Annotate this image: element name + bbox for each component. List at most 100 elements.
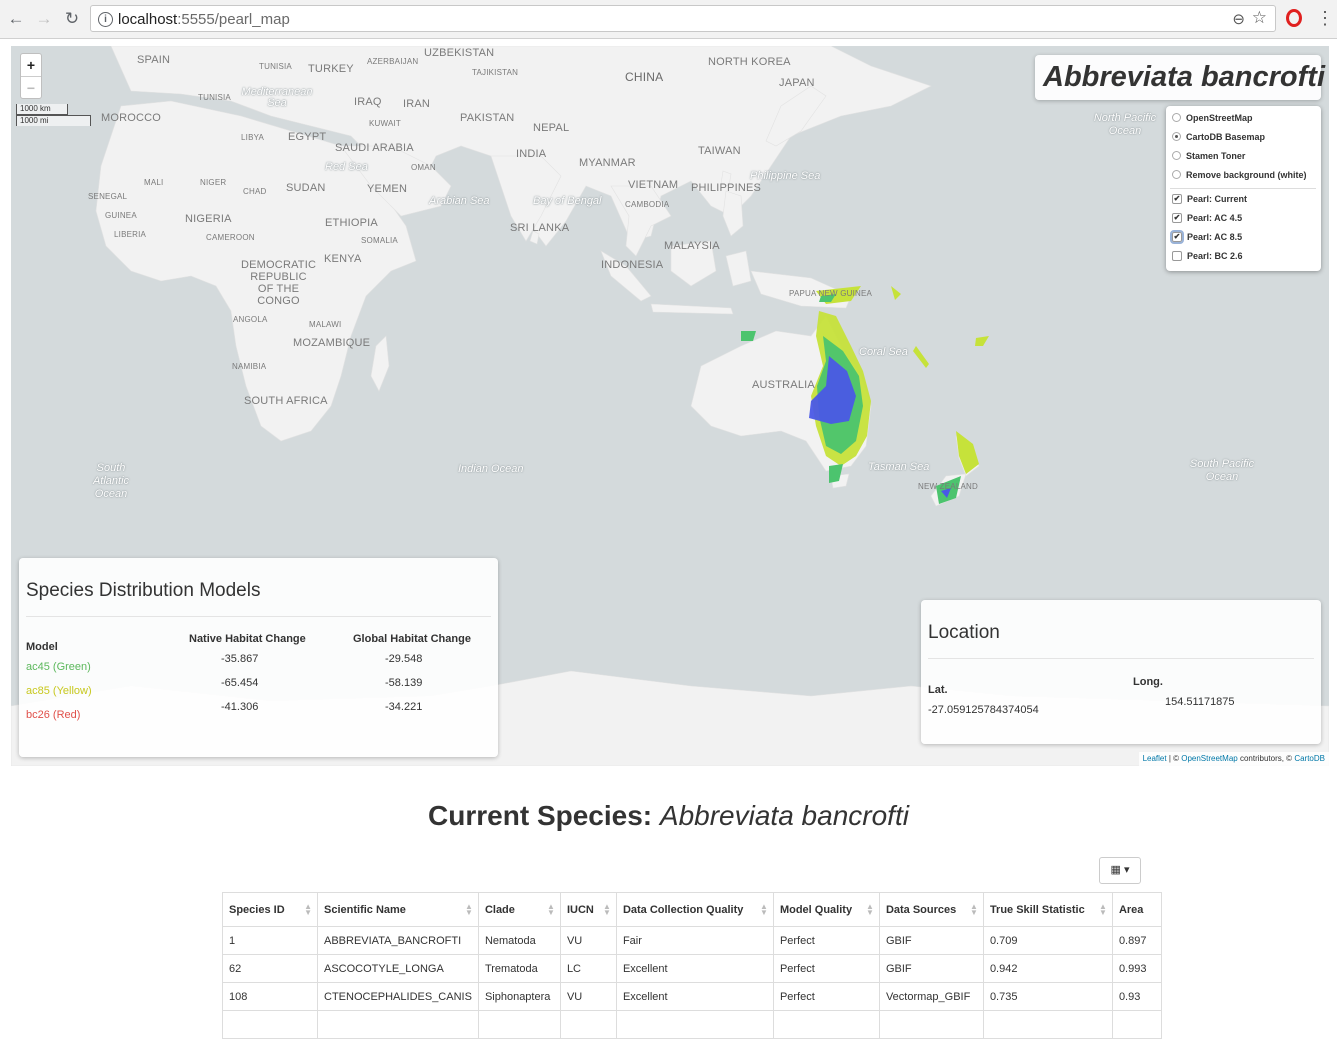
global-habitat-header: Global Habitat Change xyxy=(353,633,471,645)
table-cell: VU xyxy=(559,982,617,1011)
sdm-panel-title: Species Distribution Models xyxy=(26,580,261,601)
map-country-label: INDONESIA xyxy=(601,259,664,271)
url-text[interactable]: localhost:5555/pearl_map xyxy=(118,11,290,28)
layer-label: Pearl: AC 8.5 xyxy=(1187,232,1243,242)
checkbox-icon[interactable] xyxy=(1172,250,1182,261)
radio-icon[interactable] xyxy=(1172,151,1181,161)
global-change-bc26: -34.221 xyxy=(385,701,423,713)
radio-icon[interactable] xyxy=(1172,170,1181,180)
table-cell xyxy=(982,1010,1113,1039)
leaflet-link[interactable]: Leaflet xyxy=(1143,754,1167,763)
column-header[interactable]: Model Quality ▲ ▼ xyxy=(772,892,880,927)
menu-kebab-icon[interactable]: ⋮ xyxy=(1316,7,1334,29)
map-country-label: TUNISIA xyxy=(259,62,292,71)
map-sea-label: North Pacific Ocean xyxy=(1093,112,1157,137)
table-cell: Excellent xyxy=(615,982,774,1011)
openstreetmap-link[interactable]: OpenStreetMap xyxy=(1181,754,1237,763)
column-header[interactable]: Scientific Name ▲ ▼ xyxy=(317,892,479,927)
column-header[interactable]: Species ID ▲ ▼ xyxy=(222,892,318,927)
columns-toggle-button[interactable]: ▦ ▾ xyxy=(1099,857,1141,884)
address-bar[interactable]: i localhost:5555/pearl_map ⊖ ☆ xyxy=(90,5,1276,32)
bookmark-star-icon[interactable]: ☆ xyxy=(1252,8,1267,28)
table-cell xyxy=(1111,1010,1163,1039)
table-cell: GBIF xyxy=(878,954,984,983)
table-cell: LC xyxy=(559,954,617,983)
table-cell xyxy=(477,1010,561,1039)
sort-icon[interactable]: ▲ ▼ xyxy=(866,903,874,917)
map-sea-label: Mediterranean Sea xyxy=(241,86,313,109)
table-row[interactable]: 1 ABBREVIATA_BANCROFTI Nematoda VU Fair Perfe… xyxy=(222,926,1163,955)
cartodb-link[interactable]: CartoDB xyxy=(1294,754,1325,763)
sort-icon[interactable]: ▲ ▼ xyxy=(603,903,611,917)
info-icon[interactable]: i xyxy=(98,12,113,27)
base-layer-cartodb[interactable]: CartoDB Basemap xyxy=(1172,131,1265,145)
table-cell xyxy=(772,1010,880,1039)
sort-icon[interactable]: ▲ ▼ xyxy=(304,903,312,917)
map-sea-label: Tasman Sea xyxy=(868,461,930,473)
sort-icon[interactable]: ▲ ▼ xyxy=(760,903,768,917)
layer-label: Remove background (white) xyxy=(1186,170,1307,180)
column-header[interactable]: Clade ▲ ▼ xyxy=(477,892,561,927)
sort-icon[interactable]: ▲ ▼ xyxy=(1099,903,1107,917)
back-arrow-icon[interactable]: ← xyxy=(6,8,26,30)
zoom-out-button[interactable]: − xyxy=(21,76,41,98)
base-layer-stamen-toner[interactable]: Stamen Toner xyxy=(1172,150,1245,164)
column-header[interactable]: True Skill Statistic ▲ ▼ xyxy=(982,892,1113,927)
layers-separator xyxy=(1170,188,1316,189)
overlay-pearl-ac45[interactable]: ✔ Pearl: AC 4.5 xyxy=(1172,212,1242,226)
native-habitat-header: Native Habitat Change xyxy=(189,633,306,645)
checkbox-checked-icon[interactable]: ✔ xyxy=(1172,193,1182,204)
map-country-label: UZBEKISTAN xyxy=(424,47,495,59)
table-cell: 108 xyxy=(222,982,318,1011)
table-cell xyxy=(317,1010,479,1039)
layers-control: OpenStreetMap CartoDB Basemap Stamen Ton… xyxy=(1166,106,1321,271)
checkbox-checked-icon[interactable]: ✔ xyxy=(1170,229,1184,244)
table-row[interactable]: 108 CTENOCEPHALIDES_CANIS Siphonaptera VU Ex… xyxy=(222,982,1163,1011)
map-country-label: MALI xyxy=(144,178,164,187)
map-sea-label: South Pacific Ocean xyxy=(1189,458,1255,483)
map-country-label: LIBERIA xyxy=(114,230,147,239)
overlay-pearl-ac85[interactable]: ✔ Pearl: AC 8.5 xyxy=(1170,229,1243,245)
sort-icon[interactable]: ▲ ▼ xyxy=(970,903,978,917)
zoom-icon[interactable]: ⊖ xyxy=(1232,10,1245,28)
map-country-label: JAPAN xyxy=(779,77,815,89)
table-row[interactable]: 62 ASCOCOTYLE_LONGA Trematoda LC Excellent Pe… xyxy=(222,954,1163,983)
overlay-pearl-current[interactable]: ✔ Pearl: Current xyxy=(1172,193,1247,207)
table-cell: VU xyxy=(559,926,617,955)
leaflet-map[interactable]: SPAIN MOROCCO TUNISIA LIBYA EGYPT TURKEY… xyxy=(11,46,1329,766)
opera-icon[interactable] xyxy=(1286,9,1302,27)
checkbox-checked-icon[interactable]: ✔ xyxy=(1172,212,1182,223)
forward-arrow-icon[interactable]: → xyxy=(34,8,54,30)
grid-icon: ▦ xyxy=(1110,864,1121,876)
table-row[interactable] xyxy=(222,1010,1163,1039)
table-cell: Siphonaptera xyxy=(477,982,561,1011)
radio-selected-icon[interactable] xyxy=(1172,132,1181,142)
map-country-label: SUDAN xyxy=(286,182,326,194)
map-sea-label: Bay of Bengal xyxy=(533,195,602,207)
column-header[interactable]: Data Collection Quality ▲ ▼ xyxy=(615,892,774,927)
column-header[interactable]: Data Sources ▲ ▼ xyxy=(878,892,984,927)
zoom-control: + − xyxy=(20,53,42,99)
zoom-in-button[interactable]: + xyxy=(21,54,41,76)
column-header[interactable]: Area xyxy=(1111,892,1163,927)
base-layer-white[interactable]: Remove background (white) xyxy=(1172,169,1307,183)
native-change-bc26: -41.306 xyxy=(221,701,259,713)
column-header[interactable]: IUCN ▲ ▼ xyxy=(559,892,617,927)
sort-icon[interactable]: ▲ ▼ xyxy=(547,903,555,917)
species-title-box: Abbreviata bancrofti xyxy=(1035,55,1325,100)
table-cell: Fair xyxy=(615,926,774,955)
sort-icon[interactable]: ▲ ▼ xyxy=(465,903,473,917)
base-layer-openstreetmap[interactable]: OpenStreetMap xyxy=(1172,112,1253,126)
radio-icon[interactable] xyxy=(1172,113,1181,123)
table-cell: Perfect xyxy=(772,954,880,983)
overlay-pearl-bc26[interactable]: Pearl: BC 2.6 xyxy=(1172,250,1243,264)
table-cell: Trematoda xyxy=(477,954,561,983)
map-country-label: DEMOCRATIC REPUBLIC OF THE CONGO xyxy=(241,259,317,307)
table-cell xyxy=(559,1010,617,1039)
reload-icon[interactable]: ↻ xyxy=(62,8,82,30)
panel-divider xyxy=(26,616,491,617)
map-country-label: KUWAIT xyxy=(369,119,402,128)
map-country-label: GUINEA xyxy=(105,211,137,220)
map-country-label: MOZAMBIQUE xyxy=(293,337,371,349)
map-country-label: MALAYSIA xyxy=(664,240,720,252)
